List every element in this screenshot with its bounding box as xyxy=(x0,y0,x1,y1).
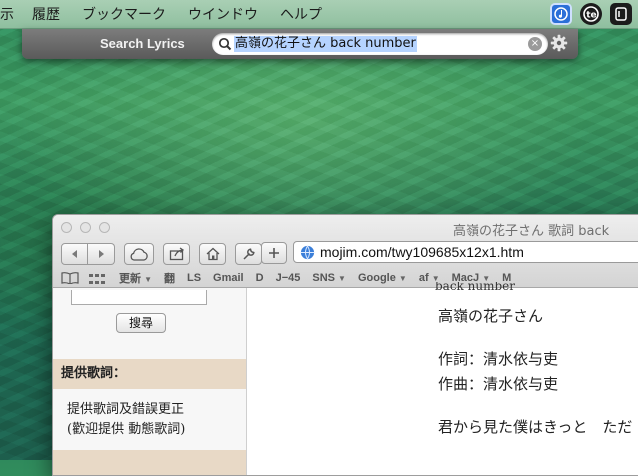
address-bar[interactable]: mojim.com/twy109685x12x1.htm xyxy=(293,241,638,263)
close-window-button[interactable] xyxy=(61,222,72,233)
zoom-window-button[interactable] xyxy=(99,222,110,233)
minimize-window-button[interactable] xyxy=(80,222,91,233)
home-button[interactable] xyxy=(199,243,226,265)
lyrics-search-input[interactable]: 高嶺の花子さん back number xyxy=(234,36,417,52)
back-button[interactable] xyxy=(61,243,88,265)
te-app-icon[interactable]: te xyxy=(580,3,602,25)
browser-toolbar xyxy=(61,242,271,266)
lyricist-line: 作詞：清水依与吏 xyxy=(438,350,559,368)
artist-line: back number xyxy=(435,282,515,292)
url-text[interactable]: mojim.com/twy109685x12x1.htm xyxy=(320,244,524,260)
plus-icon xyxy=(269,248,279,258)
bookmark-item[interactable]: LS xyxy=(187,272,201,284)
status-icons: te xyxy=(550,3,632,25)
gear-icon[interactable] xyxy=(550,34,568,56)
share-button[interactable] xyxy=(163,243,190,265)
browser-window: 高嶺の花子さん 歌詞 back mojim.com/twy109685x12x1… xyxy=(52,214,638,476)
site-search-button[interactable]: 搜尋 xyxy=(116,313,166,333)
wrench-icon xyxy=(242,248,255,260)
lyric-line: 君から見た僕はきっと ただ xyxy=(438,418,633,436)
menu-bar: 示 履歴 ブックマーク ウインドウ ヘルプ te xyxy=(0,0,638,29)
top-sites-grid-icon[interactable] xyxy=(89,269,105,288)
globe-icon xyxy=(300,245,315,264)
menu-window[interactable]: ウインドウ xyxy=(188,4,258,24)
browser-titlebar: 高嶺の花子さん 歌詞 back mojim.com/twy109685x12x1… xyxy=(53,215,638,288)
share-icon xyxy=(169,247,184,261)
bookmark-item[interactable]: SNS ▼ xyxy=(312,272,346,284)
search-icon xyxy=(218,36,232,55)
clear-search-icon[interactable]: × xyxy=(528,37,542,51)
lyrics-content: back number 高嶺の花子さん 作詞：清水依与吏 作曲：清水依与吏 君か… xyxy=(247,282,638,475)
cloud-icon xyxy=(130,247,148,261)
song-title: 高嶺の花子さん xyxy=(438,307,544,325)
window-controls xyxy=(61,222,110,233)
bookmark-item[interactable]: Google ▼ xyxy=(358,272,407,284)
menu-help[interactable]: ヘルプ xyxy=(280,4,322,24)
menu-bookmarks[interactable]: ブックマーク xyxy=(82,4,166,24)
lyrics-search-panel: Search Lyrics 高嶺の花子さん back number × xyxy=(22,29,578,59)
nav-buttons xyxy=(61,243,115,265)
add-bookmark-button[interactable] xyxy=(261,242,287,264)
window-title: 高嶺の花子さん 歌詞 back xyxy=(453,224,610,239)
bookmark-item[interactable]: Gmail xyxy=(213,272,244,284)
back-arrow-icon xyxy=(71,250,77,258)
submit-lyrics-link[interactable]: 提供歌詞及錯誤更正 xyxy=(67,400,185,420)
submit-dynamic-lyrics-link[interactable]: (歡迎提供 動態歌詞) xyxy=(67,420,185,440)
site-search-input[interactable] xyxy=(71,290,207,305)
tools-button[interactable] xyxy=(235,243,262,265)
svg-text:te: te xyxy=(586,11,596,21)
bookmark-item[interactable]: 更新 ▼ xyxy=(119,270,152,286)
lyrics-search-field[interactable]: 高嶺の花子さん back number × xyxy=(212,33,548,55)
bookmark-item[interactable]: J−45 xyxy=(276,272,301,284)
forward-arrow-icon xyxy=(99,250,104,258)
forward-button[interactable] xyxy=(88,243,115,265)
music-lyrics-icon[interactable] xyxy=(550,3,572,25)
page-sidebar: 搜尋 提供歌詞： 提供歌詞及錯誤更正 (歡迎提供 動態歌詞) xyxy=(53,288,247,475)
lyrics-panel-title: Search Lyrics xyxy=(100,36,185,51)
section-links: 提供歌詞及錯誤更正 (歡迎提供 動態歌詞) xyxy=(67,400,185,440)
section-heading: 提供歌詞： xyxy=(53,359,246,389)
bookmark-item[interactable]: 翻 xyxy=(164,270,175,286)
home-icon xyxy=(206,247,219,261)
section-heading-next xyxy=(53,450,246,475)
icloud-tabs-button[interactable] xyxy=(124,243,154,265)
bookmark-item[interactable]: D xyxy=(256,272,264,284)
b-app-icon[interactable] xyxy=(610,3,632,25)
reading-list-icon[interactable] xyxy=(61,269,79,288)
menu-display[interactable]: 示 xyxy=(0,4,14,24)
menu-history[interactable]: 履歴 xyxy=(32,4,60,24)
composer-line: 作曲：清水依与吏 xyxy=(438,375,559,393)
